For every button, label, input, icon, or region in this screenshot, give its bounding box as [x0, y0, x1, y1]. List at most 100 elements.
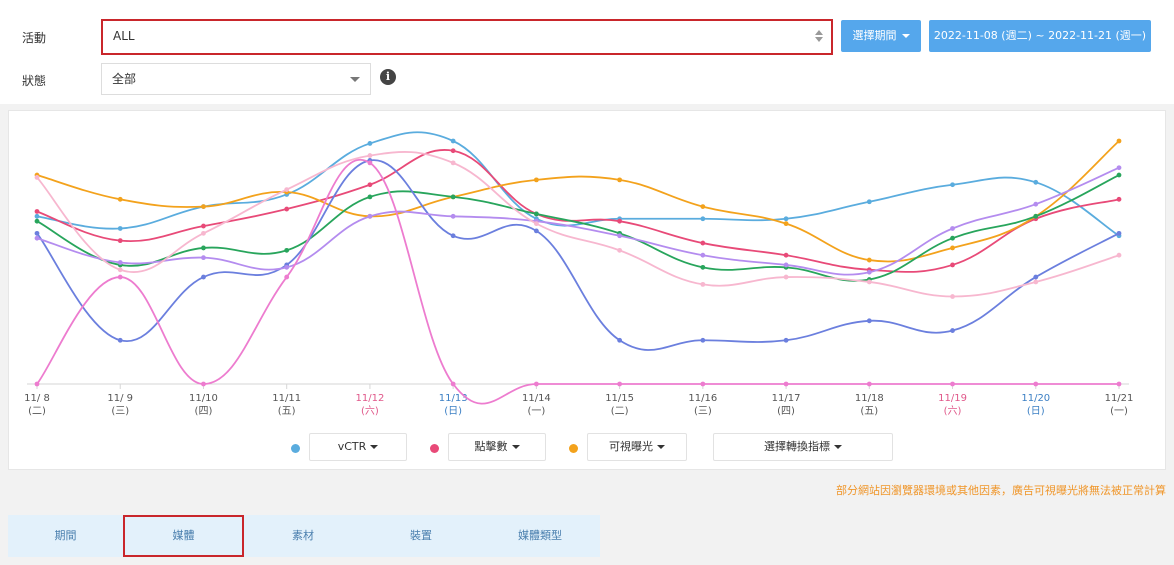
metric1-dropdown[interactable]: vCTR	[309, 433, 407, 461]
data-point[interactable]	[1116, 196, 1122, 202]
data-point[interactable]	[700, 264, 706, 270]
data-point[interactable]	[34, 381, 40, 387]
data-point[interactable]	[450, 213, 456, 219]
data-point[interactable]	[783, 337, 789, 343]
data-point[interactable]	[950, 182, 955, 188]
data-point[interactable]	[700, 252, 706, 258]
data-point[interactable]	[617, 233, 623, 239]
select-period-button[interactable]: 選擇期間	[841, 20, 921, 52]
status-select[interactable]: 全部	[101, 63, 371, 95]
data-point[interactable]	[533, 211, 539, 217]
data-point[interactable]	[201, 230, 206, 236]
data-point[interactable]	[617, 337, 623, 343]
data-point[interactable]	[866, 279, 872, 285]
tab-device[interactable]: 裝置	[362, 515, 480, 557]
data-point[interactable]	[1116, 138, 1122, 144]
data-point[interactable]	[617, 381, 623, 387]
tab-media[interactable]: 媒體	[123, 515, 244, 557]
data-point[interactable]	[1116, 165, 1122, 171]
info-icon[interactable]: i	[380, 69, 396, 85]
data-point[interactable]	[34, 213, 40, 219]
data-point[interactable]	[367, 194, 373, 200]
conversion-metric-dropdown[interactable]: 選擇轉換指標	[713, 433, 893, 461]
data-point[interactable]	[201, 381, 206, 387]
data-point[interactable]	[617, 177, 623, 183]
data-point[interactable]	[367, 160, 373, 166]
data-point[interactable]	[783, 216, 789, 222]
tab-media-type[interactable]: 媒體類型	[480, 515, 600, 557]
data-point[interactable]	[1033, 381, 1039, 387]
data-point[interactable]	[450, 194, 456, 200]
data-point[interactable]	[117, 196, 123, 202]
data-point[interactable]	[201, 204, 206, 210]
data-point[interactable]	[866, 381, 872, 387]
data-point[interactable]	[284, 274, 290, 280]
data-point[interactable]	[34, 175, 40, 180]
data-point[interactable]	[117, 274, 123, 280]
data-point[interactable]	[367, 182, 373, 188]
data-point[interactable]	[284, 247, 290, 253]
data-point[interactable]	[34, 230, 40, 236]
data-point[interactable]	[450, 233, 456, 239]
data-point[interactable]	[34, 218, 40, 224]
data-point[interactable]	[950, 245, 955, 251]
data-point[interactable]	[284, 206, 290, 212]
data-point[interactable]	[117, 337, 123, 343]
data-point[interactable]	[700, 337, 706, 343]
tab-creative[interactable]: 素材	[244, 515, 362, 557]
data-point[interactable]	[533, 177, 539, 183]
data-point[interactable]	[1116, 172, 1122, 178]
data-point[interactable]	[783, 252, 789, 258]
tab-period[interactable]: 期間	[8, 515, 123, 557]
data-point[interactable]	[117, 260, 123, 265]
data-point[interactable]	[950, 235, 955, 241]
data-point[interactable]	[700, 216, 706, 222]
data-point[interactable]	[450, 148, 456, 154]
data-point[interactable]	[783, 381, 789, 387]
data-point[interactable]	[950, 381, 955, 387]
data-point[interactable]	[367, 153, 373, 158]
data-point[interactable]	[34, 209, 40, 214]
data-point[interactable]	[201, 245, 206, 251]
data-point[interactable]	[450, 160, 456, 166]
data-point[interactable]	[700, 240, 706, 246]
metric3-dropdown[interactable]: 可視曝光	[587, 433, 687, 461]
data-point[interactable]	[117, 267, 123, 273]
data-point[interactable]	[1033, 201, 1039, 207]
data-point[interactable]	[866, 199, 872, 205]
data-point[interactable]	[450, 381, 456, 387]
data-point[interactable]	[950, 226, 955, 231]
data-point[interactable]	[950, 328, 955, 333]
data-point[interactable]	[1033, 213, 1039, 219]
data-point[interactable]	[1116, 230, 1122, 236]
data-point[interactable]	[201, 274, 206, 280]
data-point[interactable]	[34, 235, 40, 241]
data-point[interactable]	[201, 223, 206, 229]
data-point[interactable]	[700, 281, 706, 287]
date-range-button[interactable]: 2022-11-08 (週二) ~ 2022-11-21 (週一)	[929, 20, 1151, 70]
data-point[interactable]	[1116, 252, 1122, 258]
data-point[interactable]	[450, 138, 456, 144]
data-point[interactable]	[1033, 179, 1039, 185]
data-point[interactable]	[866, 318, 872, 324]
data-point[interactable]	[617, 247, 623, 253]
data-point[interactable]	[533, 381, 539, 387]
data-point[interactable]	[950, 262, 955, 268]
data-point[interactable]	[866, 269, 872, 275]
data-point[interactable]	[1116, 381, 1122, 387]
data-point[interactable]	[783, 274, 789, 280]
data-point[interactable]	[367, 141, 373, 146]
data-point[interactable]	[533, 228, 539, 234]
data-point[interactable]	[284, 264, 290, 270]
data-point[interactable]	[617, 218, 623, 224]
data-point[interactable]	[1033, 274, 1039, 280]
campaign-select[interactable]: ALL	[101, 19, 833, 55]
data-point[interactable]	[367, 213, 373, 219]
data-point[interactable]	[117, 226, 123, 231]
metric2-dropdown[interactable]: 點擊數	[448, 433, 546, 461]
data-point[interactable]	[117, 238, 123, 244]
data-point[interactable]	[284, 187, 290, 192]
data-point[interactable]	[700, 204, 706, 210]
data-point[interactable]	[783, 262, 789, 268]
data-point[interactable]	[533, 221, 539, 227]
